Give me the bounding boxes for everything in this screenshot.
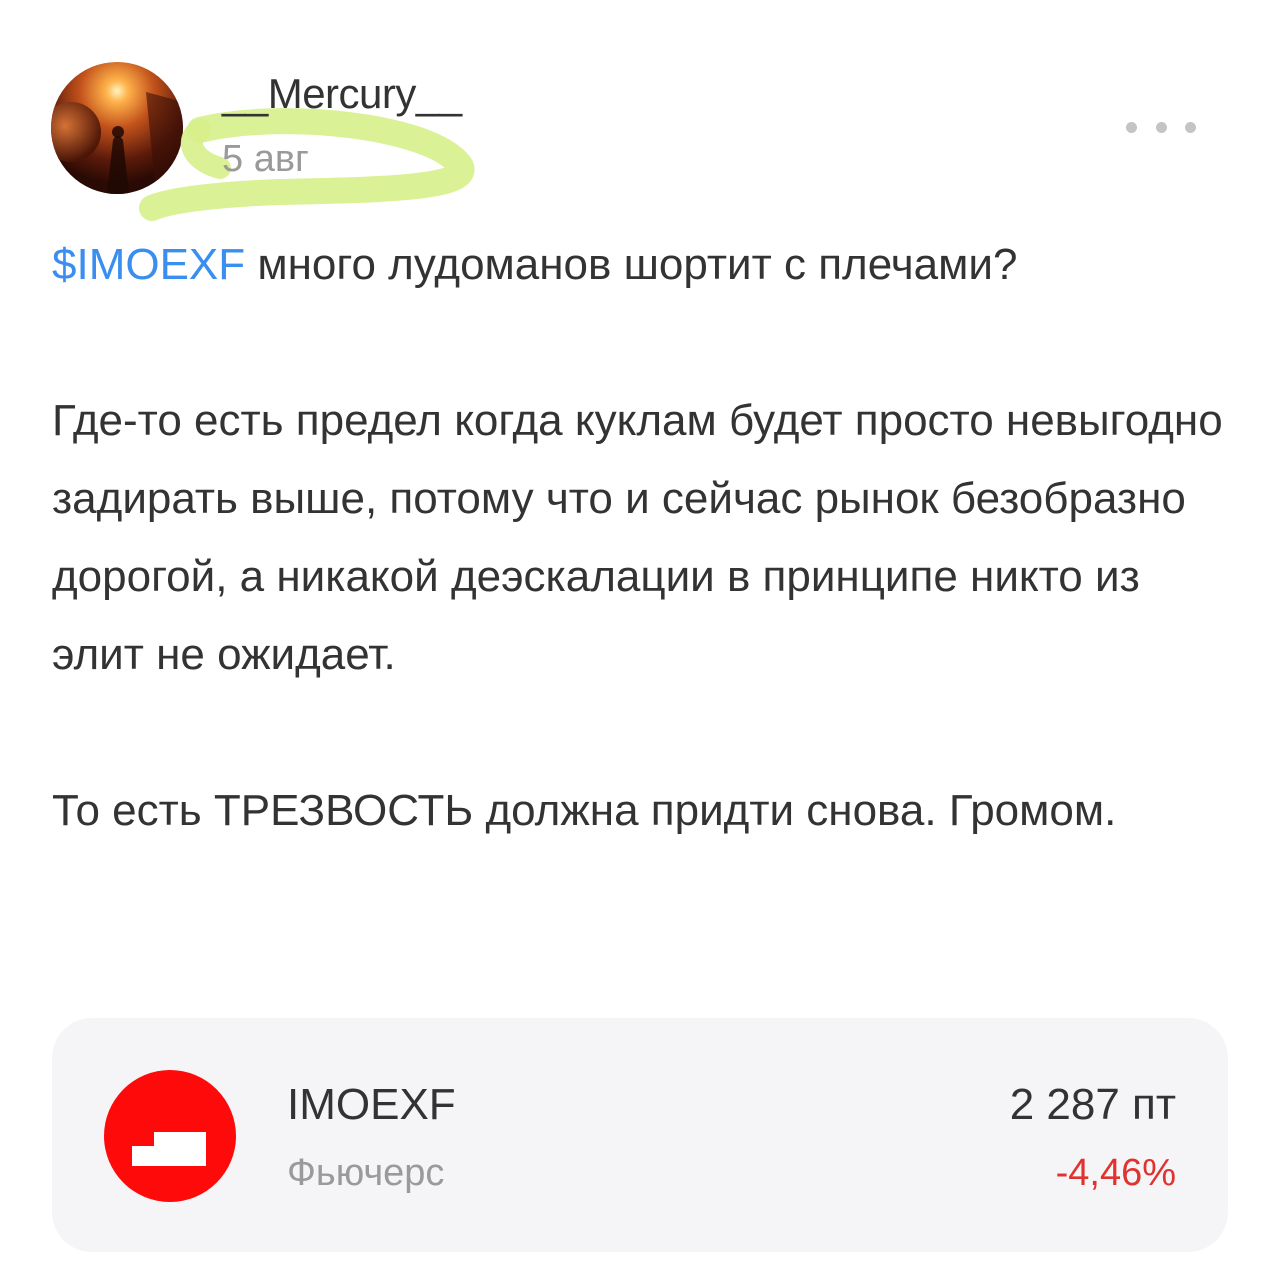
- instrument-card[interactable]: IMOEXF Фьючерс 2 287 пт -4,46%: [52, 1018, 1228, 1252]
- post-line-1-text: много лудоманов шортит с плечами?: [245, 240, 1018, 289]
- more-horizontal-icon: [1155, 121, 1167, 133]
- instrument-type: Фьючерс: [287, 1152, 445, 1194]
- highlight-scribble: [139, 108, 475, 221]
- more-horizontal-icon: [1126, 121, 1137, 133]
- post-header: __Mercury__ 5 авг: [0, 0, 1280, 221]
- instrument-ticker: IMOEXF: [287, 1080, 456, 1129]
- post-paragraph-3: То есть ТРЕЗВОСТЬ должна придти снова. Г…: [52, 786, 1117, 835]
- more-options-button[interactable]: [1126, 112, 1196, 142]
- moex-logo-icon: [104, 1070, 236, 1202]
- post-line-1: $IMOEXF много лудоманов шортит с плечами…: [52, 226, 1232, 304]
- more-horizontal-icon: [1185, 121, 1196, 133]
- post-body: $IMOEXF много лудоманов шортит с плечами…: [52, 226, 1232, 850]
- instrument-change: -4,46%: [1055, 1152, 1176, 1194]
- instrument-price: 2 287 пт: [1009, 1080, 1176, 1129]
- post-date: 5 авг: [222, 138, 309, 180]
- author-name[interactable]: __Mercury__: [222, 70, 462, 118]
- post-paragraph-2: Где-то есть предел когда куклам будет пр…: [52, 396, 1223, 679]
- ticker-link[interactable]: $IMOEXF: [52, 240, 245, 289]
